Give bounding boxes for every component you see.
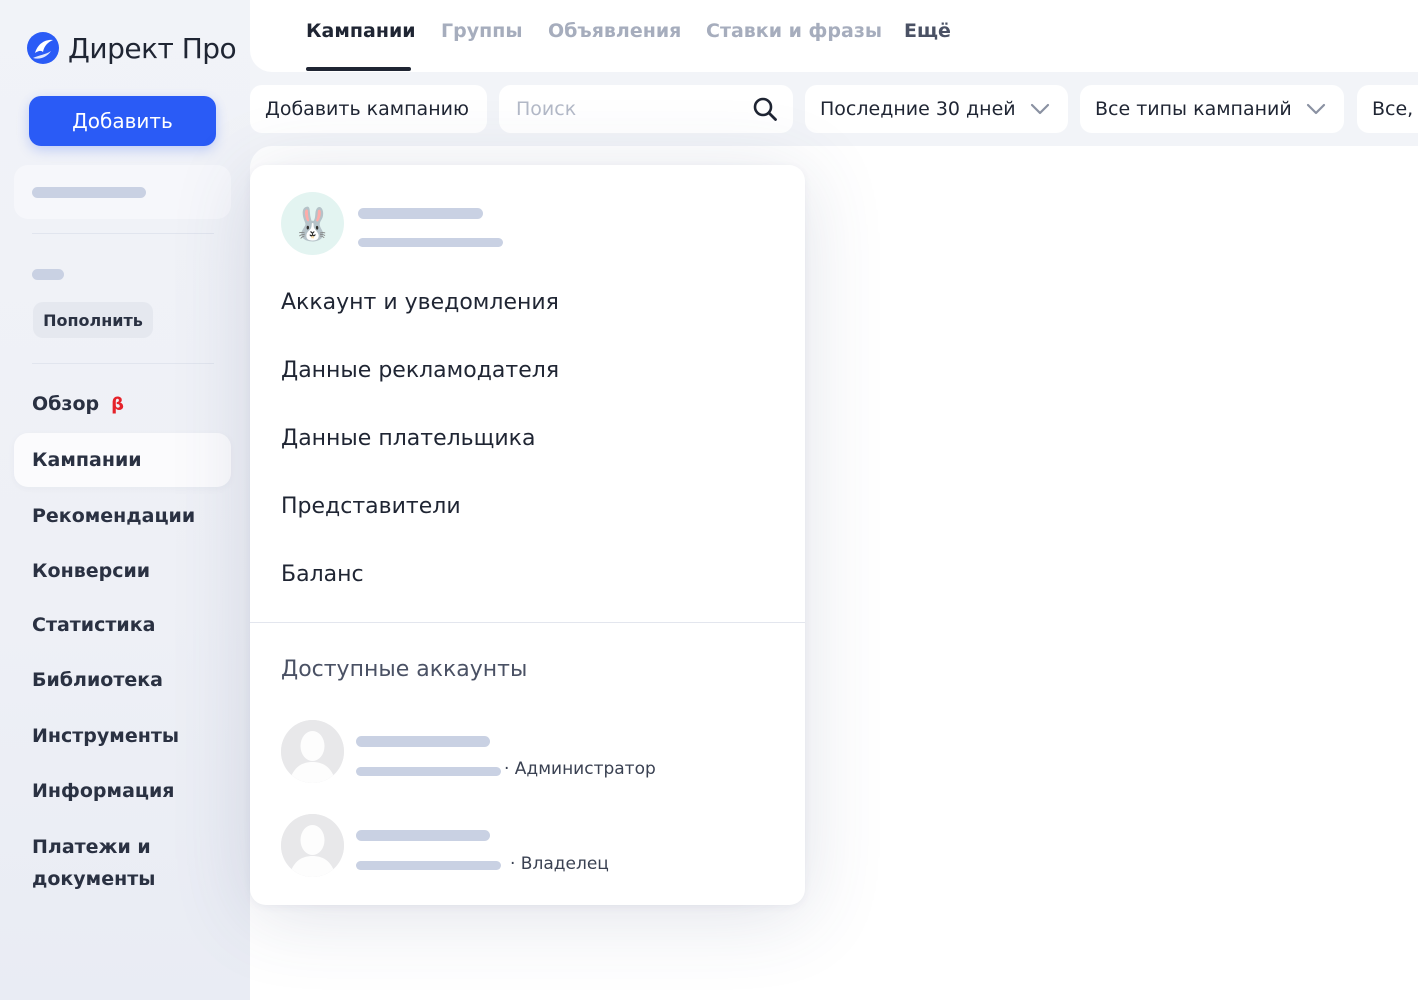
search-box[interactable] <box>499 85 793 133</box>
status-label: Все, <box>1372 98 1414 120</box>
sidebar-divider <box>32 233 214 234</box>
period-select[interactable]: Последние 30 дней <box>805 85 1068 133</box>
account-role: · Владелец <box>510 854 609 874</box>
menu-item-payer-data[interactable]: Данные плательщика <box>281 426 535 451</box>
menu-divider <box>250 622 805 623</box>
rabbit-icon: 🐰 <box>292 204 333 243</box>
user-login-placeholder <box>358 238 503 247</box>
account-name-placeholder <box>32 187 146 198</box>
active-tab-indicator <box>306 67 411 71</box>
period-label: Последние 30 дней <box>820 98 1016 120</box>
tab-more[interactable]: Ещё <box>904 20 951 42</box>
account-login-placeholder <box>356 861 501 870</box>
sidebar-item-label: Кампании <box>32 449 142 471</box>
sidebar-item-tools[interactable]: Инструменты <box>14 709 231 763</box>
account-login-placeholder <box>356 767 501 776</box>
user-silhouette-icon <box>281 720 344 783</box>
account-role: · Администратор <box>504 759 656 779</box>
menu-item-account-notifications[interactable]: Аккаунт и уведомления <box>281 290 559 315</box>
logo-text: Директ Про <box>68 31 237 65</box>
account-menu: 🐰 Аккаунт и уведомления Данные рекламода… <box>250 165 805 905</box>
user-name-placeholder <box>358 208 483 219</box>
sidebar-item-label: Рекомендации <box>32 505 196 527</box>
sidebar-item-campaigns[interactable]: Кампании <box>14 433 231 487</box>
sidebar-item-label: Платежи и документы <box>32 836 156 890</box>
add-campaign-label: Добавить кампанию <box>265 98 469 120</box>
campaign-type-select[interactable]: Все типы кампаний <box>1080 85 1344 133</box>
menu-item-advertiser-data[interactable]: Данные рекламодателя <box>281 358 559 383</box>
sidebar-item-library[interactable]: Библиотека <box>14 653 231 707</box>
status-select[interactable]: Все, <box>1357 85 1418 133</box>
sidebar-item-label: Библиотека <box>32 669 163 691</box>
direct-logo-icon <box>27 32 59 64</box>
account-switcher[interactable] <box>14 165 231 219</box>
sidebar-divider <box>32 363 214 364</box>
sidebar: Директ Про Добавить Пополнить Обзор β Ка… <box>0 0 250 1000</box>
sidebar-item-label: Инструменты <box>32 725 180 747</box>
chevron-down-icon <box>1030 103 1049 115</box>
tab-ads[interactable]: Объявления <box>548 20 681 42</box>
beta-badge: β <box>111 393 125 415</box>
topup-button[interactable]: Пополнить <box>33 302 153 338</box>
sidebar-item-statistics[interactable]: Статистика <box>14 598 231 652</box>
sidebar-item-label: Информация <box>32 780 175 802</box>
account-avatar[interactable] <box>281 814 344 877</box>
user-avatar: 🐰 <box>281 192 344 255</box>
sidebar-item-conversions[interactable]: Конверсии <box>14 544 231 598</box>
add-campaign-button[interactable]: Добавить кампанию <box>250 85 487 133</box>
account-name-placeholder <box>356 830 490 841</box>
menu-item-representatives[interactable]: Представители <box>281 494 461 519</box>
tab-groups[interactable]: Группы <box>441 20 523 42</box>
sidebar-item-label: Статистика <box>32 614 156 636</box>
user-silhouette-icon <box>281 814 344 877</box>
tab-bids-phrases[interactable]: Ставки и фразы <box>706 20 882 42</box>
sidebar-item-payments[interactable]: Платежи и документы <box>14 831 174 901</box>
sidebar-item-information[interactable]: Информация <box>14 764 231 818</box>
sidebar-item-overview[interactable]: Обзор β <box>14 377 231 431</box>
menu-item-balance[interactable]: Баланс <box>281 562 364 587</box>
available-accounts-title: Доступные аккаунты <box>281 657 528 682</box>
tab-campaigns[interactable]: Кампании <box>306 20 416 42</box>
logo[interactable]: Директ Про <box>26 30 237 66</box>
top-tabs: Кампании Группы Объявления Ставки и фраз… <box>250 0 1418 72</box>
search-input[interactable] <box>514 97 748 121</box>
campaign-type-label: Все типы кампаний <box>1095 98 1292 120</box>
sidebar-item-recommendations[interactable]: Рекомендации <box>14 489 231 543</box>
account-name-placeholder <box>356 736 490 747</box>
chevron-down-icon <box>1306 103 1325 115</box>
sidebar-item-label: Обзор <box>32 393 100 415</box>
search-icon[interactable] <box>752 96 778 122</box>
balance-placeholder <box>32 269 64 280</box>
sidebar-item-label: Конверсии <box>32 560 151 582</box>
account-avatar[interactable] <box>281 720 344 783</box>
add-button[interactable]: Добавить <box>29 96 216 146</box>
